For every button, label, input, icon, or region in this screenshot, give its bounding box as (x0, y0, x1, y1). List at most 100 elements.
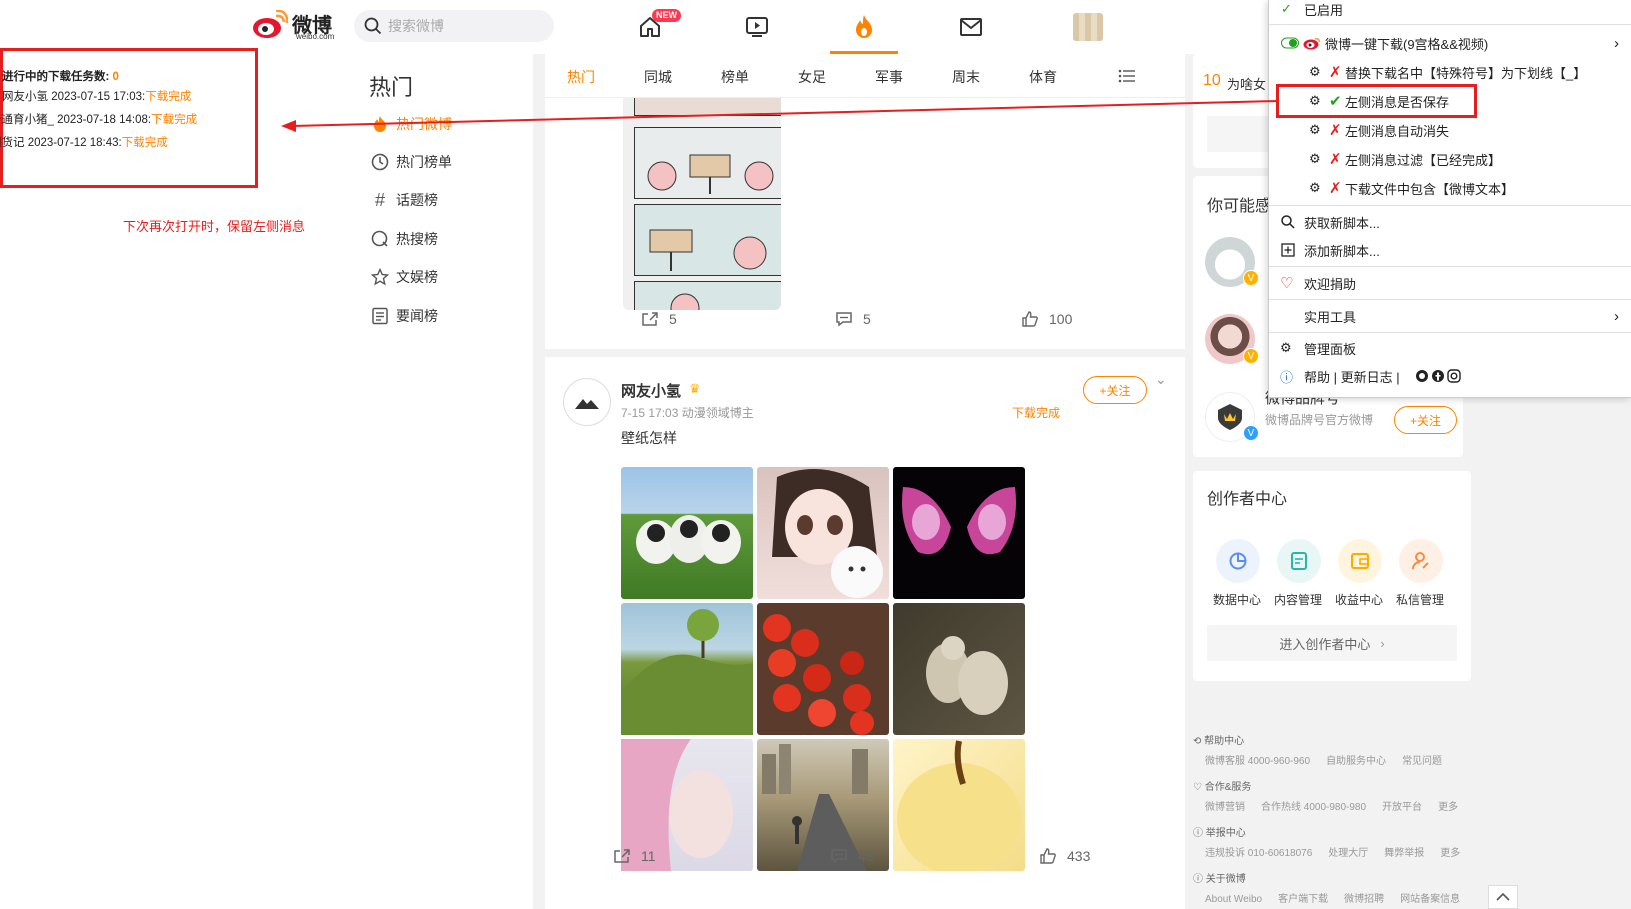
menu-item-add-script[interactable]: 添加新脚本... (1269, 237, 1631, 263)
tab-military[interactable]: 军事 (875, 67, 903, 87)
footer-heading[interactable]: ⓘ 举报中心 (1193, 824, 1476, 839)
menu-option-filter-done[interactable]: ⚙ ✗ 左侧消息过滤【已经完成】 (1269, 146, 1631, 172)
sidebar-item-label: 热门榜单 (396, 154, 452, 170)
follow-button[interactable]: +关注 (1083, 376, 1147, 404)
content-manage-button[interactable] (1277, 539, 1321, 583)
footer-link[interactable]: 网站备案信息 (1400, 894, 1460, 905)
follow-button[interactable]: +关注 (1394, 406, 1457, 434)
footer-link[interactable]: 微博客服 4000-960-960 (1205, 756, 1310, 767)
menu-item-tools[interactable]: 实用工具 › (1269, 303, 1631, 329)
comment-button[interactable]: 48 (830, 848, 874, 864)
nav-hot[interactable] (844, 11, 884, 43)
tab-hot[interactable]: 热门 (567, 67, 595, 87)
private-message-button[interactable] (1399, 539, 1443, 583)
post-meta: 7-15 17:03 动漫领域博主 (621, 406, 754, 420)
wallet-icon (1351, 553, 1369, 569)
github-icon[interactable] (1415, 369, 1429, 383)
footer-link[interactable]: 常见问题 (1402, 756, 1442, 767)
footer-link[interactable]: 客户端下载 (1278, 894, 1328, 905)
like-button[interactable]: 433 (1039, 848, 1090, 864)
plus-square-icon (1281, 243, 1295, 257)
footer-link[interactable]: 舞弊举报 (1384, 848, 1424, 859)
post-image-hill[interactable] (621, 603, 753, 735)
search-input[interactable] (388, 18, 538, 34)
chevron-down-icon[interactable]: ⌄ (1155, 371, 1167, 388)
footer-link[interactable]: 开放平台 (1382, 802, 1422, 813)
footer-link[interactable]: 合作热线 4000-980-980 (1261, 802, 1366, 813)
footer-link[interactable]: 微博招聘 (1344, 894, 1384, 905)
footer-link[interactable]: 违规投诉 010-60618076 (1205, 848, 1312, 859)
footer-links: 微博客服 4000-960-960 自助服务中心 常见问题 (1205, 752, 1458, 767)
menu-option-auto-dismiss[interactable]: ⚙ ✗ 左侧消息自动消失 (1269, 117, 1631, 143)
footer-heading[interactable]: ⓘ 关于微博 (1193, 870, 1476, 885)
comment-icon (831, 849, 847, 864)
sidebar-item-hot-weibo[interactable]: 热门微博 (370, 114, 452, 134)
sidebar-item-entertainment[interactable]: 文娱榜 (370, 267, 438, 287)
footer-link[interactable]: 更多 (1440, 848, 1460, 859)
menu-option-replace-symbols[interactable]: ⚙ ✗ 替换下载名中【特殊符号】为下划线【_】 (1269, 59, 1631, 85)
post-image-eyes[interactable] (893, 467, 1025, 599)
tab-local[interactable]: 同城 (644, 67, 672, 87)
footer-link[interactable]: 自助服务中心 (1326, 756, 1386, 767)
tab-weekend[interactable]: 周末 (952, 67, 980, 87)
footer-link[interactable]: About Weibo (1205, 894, 1262, 905)
repost-button[interactable]: 11 (613, 848, 656, 864)
like-button[interactable]: 100 (1021, 311, 1072, 327)
weibo-logo[interactable]: 微博 weibo.com (252, 10, 334, 41)
menu-item-enabled[interactable]: ✓ 已启用 (1269, 0, 1631, 22)
nav-video[interactable] (737, 11, 777, 43)
post-image-tomatoes[interactable] (757, 603, 889, 735)
sidebar-item-label: 热搜榜 (396, 231, 438, 247)
annotation-note: 下次再次打开时，保留左侧消息 (123, 219, 306, 234)
menu-item-script[interactable]: 微博一键下载(9宫格&&视频) › (1269, 30, 1631, 56)
tab-womens-football[interactable]: 女足 (798, 67, 826, 87)
hot-more-button[interactable] (1207, 116, 1270, 152)
post-image-sheep[interactable] (621, 467, 753, 599)
sidebar-item-hot-search[interactable]: 热搜榜 (370, 229, 438, 249)
more-tabs-icon[interactable] (1118, 69, 1136, 83)
repost-button[interactable]: 5 (641, 311, 677, 327)
menu-item-donate[interactable]: ♡ 欢迎捐助 (1269, 270, 1631, 296)
revenue-button[interactable] (1338, 539, 1382, 583)
nav-messages[interactable] (951, 11, 991, 43)
tab-rankings[interactable]: 榜单 (721, 67, 749, 87)
download-entry-status: 下载完成 (151, 114, 198, 126)
sidebar-item-hot-list[interactable]: 热门榜单 (370, 152, 452, 172)
enter-creator-center-button[interactable]: 进入创作者中心 › (1207, 625, 1457, 661)
footer-link[interactable]: 微博营销 (1205, 802, 1245, 813)
author-name[interactable]: 网友小氢 (621, 380, 681, 401)
back-to-top-button[interactable] (1488, 885, 1518, 909)
post-image-anime-girl[interactable] (757, 467, 889, 599)
footer-heading[interactable]: ♡ 合作&服务 (1193, 778, 1474, 793)
footer-section: ⟲ 帮助中心 微博客服 4000-960-960 自助服务中心 常见问题 (1193, 732, 1458, 767)
video-icon (746, 17, 768, 37)
footer-heading[interactable]: ⟲ 帮助中心 (1193, 732, 1458, 747)
footer-link[interactable]: 更多 (1438, 802, 1458, 813)
sidebar-item-news[interactable]: 要闻榜 (370, 306, 438, 326)
author-avatar[interactable] (563, 378, 611, 426)
nav-home[interactable]: NEW (630, 9, 681, 43)
footer-link[interactable]: 处理大厅 (1328, 848, 1368, 859)
menu-item-get-scripts[interactable]: 获取新脚本... (1269, 209, 1631, 235)
comment-icon (836, 312, 852, 327)
search-box[interactable] (354, 10, 554, 42)
comic-image[interactable] (623, 98, 781, 310)
user-avatar[interactable] (1073, 13, 1103, 41)
menu-item-help[interactable]: ⓘ 帮助 | 更新日志 | (1269, 363, 1631, 389)
facebook-icon[interactable] (1431, 369, 1445, 383)
sidebar-item-topics[interactable]: # 话题榜 (370, 190, 438, 210)
comment-button[interactable]: 5 (835, 311, 871, 327)
like-count: 100 (1049, 311, 1073, 327)
shield-badge-icon (1218, 404, 1242, 430)
post-image-sculpture[interactable] (893, 603, 1025, 735)
menu-separator (1269, 205, 1631, 206)
post-image-pear[interactable] (893, 739, 1025, 875)
hot-item-text[interactable]: 为啥女 (1227, 74, 1266, 93)
menu-item-dashboard[interactable]: ⚙ 管理面板 (1269, 335, 1631, 361)
data-center-button[interactable] (1216, 539, 1260, 583)
menu-option-include-text[interactable]: ⚙ ✗ 下载文件中包含【微博文本】 (1269, 175, 1631, 201)
document-icon (1291, 552, 1307, 570)
tab-sports[interactable]: 体育 (1029, 67, 1057, 87)
download-status[interactable]: 下载完成 (1012, 404, 1060, 421)
instagram-icon[interactable] (1447, 369, 1461, 383)
